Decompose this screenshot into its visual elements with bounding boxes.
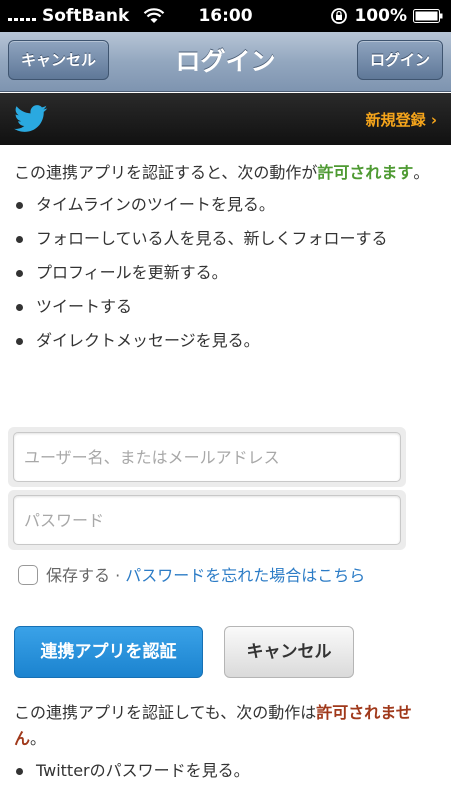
navigation-bar: ログイン キャンセル ログイン — [0, 32, 451, 92]
allowed-permissions: この連携アプリを認証すると、次の動作が許可されます。 タイムラインのツイートを見… — [14, 160, 438, 362]
nav-login-button[interactable]: ログイン — [356, 40, 443, 80]
allowed-intro-suffix: 。 — [413, 163, 430, 182]
remember-label[interactable]: 保存する — [46, 566, 110, 585]
twitter-bird-icon — [14, 105, 48, 132]
signal-icon — [8, 11, 36, 21]
list-item: ツイートする — [14, 294, 438, 320]
password-field-box — [8, 490, 406, 550]
list-item: Twitterのパスワードを見る。 — [14, 758, 438, 784]
denied-permissions: この連携アプリを認証しても、次の動作は許可されません。 Twitterのパスワー… — [14, 700, 438, 792]
allowed-list: タイムラインのツイートを見る。 フォローしている人を見る、新しくフォローする プ… — [14, 192, 438, 354]
allowed-intro-text: この連携アプリを認証すると、次の動作が — [14, 163, 318, 182]
username-input[interactable] — [13, 432, 401, 482]
status-right: 100% — [330, 6, 443, 26]
denied-list: Twitterのパスワードを見る。 — [14, 758, 438, 784]
rotation-lock-icon — [331, 8, 348, 24]
list-item: フォローしている人を見る、新しくフォローする — [14, 226, 438, 252]
separator: · — [110, 566, 126, 585]
username-field-box — [8, 427, 406, 487]
denied-intro-suffix: 。 — [30, 729, 47, 748]
list-item: プロフィールを更新する。 — [14, 260, 438, 286]
status-bar: SoftBank 16:00 100% — [0, 0, 451, 32]
cancel-button[interactable]: キャンセル — [224, 626, 354, 678]
remember-checkbox[interactable] — [18, 565, 38, 585]
wifi-icon — [144, 8, 165, 23]
authorize-app-button[interactable]: 連携アプリを認証 — [14, 626, 203, 678]
carrier-info: SoftBank — [8, 6, 165, 26]
carrier-name: SoftBank — [42, 6, 130, 26]
signup-link[interactable]: 新規登録 › — [366, 109, 437, 130]
nav-cancel-button[interactable]: キャンセル — [8, 40, 110, 80]
battery-level: 100% — [354, 6, 407, 26]
denied-intro: この連携アプリを認証しても、次の動作は許可されません。 — [14, 700, 438, 752]
allowed-intro: この連携アプリを認証すると、次の動作が許可されます。 — [14, 160, 438, 186]
denied-intro-text: この連携アプリを認証しても、次の動作は — [14, 703, 317, 722]
list-item: タイムラインのツイートを見る。 — [14, 192, 438, 218]
remember-row: 保存する · パスワードを忘れた場合はこちら — [18, 563, 438, 589]
forgot-password-link[interactable]: パスワードを忘れた場合はこちら — [125, 566, 365, 585]
twitter-header: 新規登録 › — [0, 93, 451, 145]
battery-icon — [413, 9, 443, 23]
allowed-emphasis: 許可されます — [317, 163, 414, 182]
list-item: ダイレクトメッセージを見る。 — [14, 328, 438, 354]
password-input[interactable] — [13, 495, 401, 545]
